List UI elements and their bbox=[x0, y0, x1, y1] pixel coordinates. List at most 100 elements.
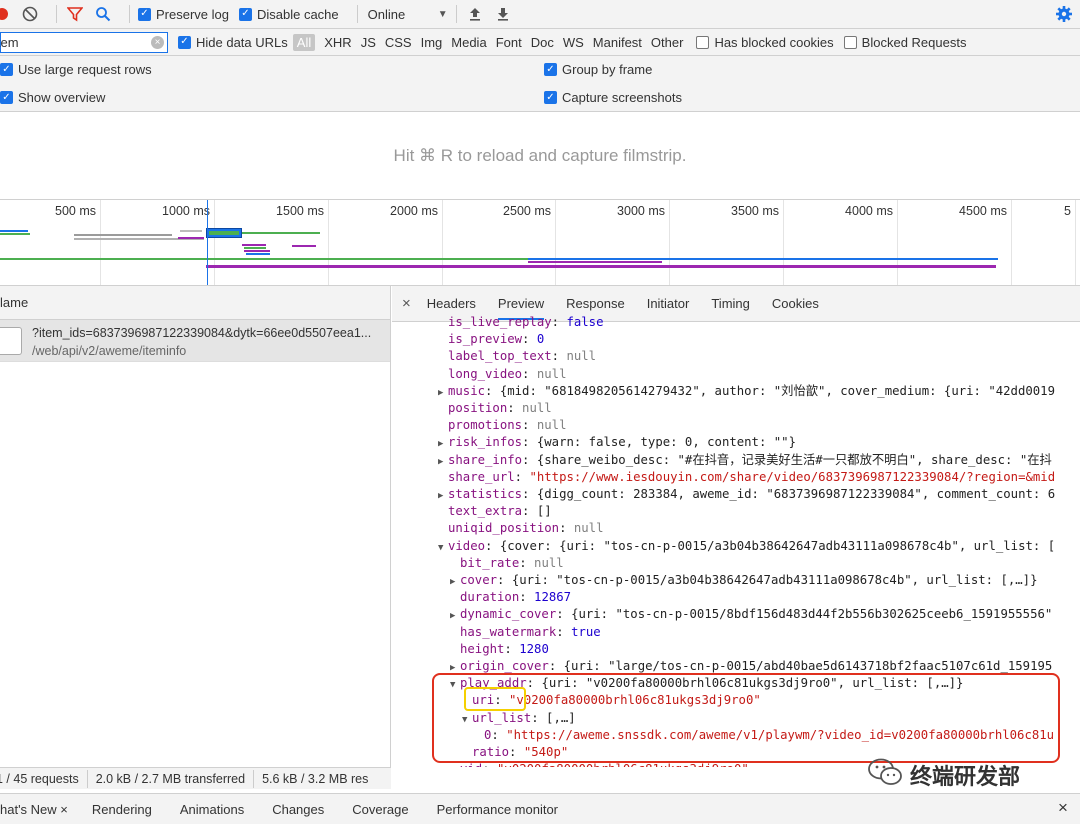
filter-type-manifest[interactable]: Manifest bbox=[593, 35, 642, 50]
json-value: 1280 bbox=[519, 641, 549, 656]
json-property: position: null bbox=[438, 400, 552, 417]
json-colon: : bbox=[514, 469, 530, 484]
close-detail-icon[interactable]: × bbox=[402, 295, 411, 312]
json-property[interactable]: ▶ dynamic_cover: {uri: "tos-cn-p-0015/8bd… bbox=[450, 606, 1052, 623]
json-property: has_watermark: true bbox=[450, 624, 601, 641]
filter-type-ws[interactable]: WS bbox=[563, 35, 584, 50]
show-overview-checkbox[interactable]: ✓ bbox=[0, 91, 13, 104]
timeline-tick-label: 4000 ms bbox=[845, 204, 893, 218]
json-property: share_url: "https://www.iesdouyin.com/sh… bbox=[438, 469, 1055, 486]
large-rows-checkbox[interactable]: ✓ bbox=[0, 63, 13, 76]
filter-type-xhr[interactable]: XHR bbox=[324, 35, 351, 50]
group-by-frame-checkbox[interactable]: ✓ bbox=[544, 63, 557, 76]
json-property[interactable]: ▼ video: {cover: {uri: "tos-cn-p-0015/a3b… bbox=[438, 538, 1055, 555]
tab-coverage[interactable]: Coverage bbox=[352, 802, 408, 817]
json-key: cover bbox=[460, 573, 498, 587]
network-overview[interactable]: 500 ms 1000 ms 1500 ms 2000 ms 2500 ms 3000 m… bbox=[0, 200, 1080, 286]
close-tab-icon[interactable]: × bbox=[60, 802, 68, 817]
timeline-cursor bbox=[207, 200, 208, 285]
blocked-requests-label: Blocked Requests bbox=[861, 34, 967, 50]
upload-icon[interactable] bbox=[465, 4, 485, 24]
json-key: dynamic_cover bbox=[460, 607, 557, 622]
filmstrip-message: Hit ⌘ R to reload and capture filmstrip. bbox=[393, 146, 687, 165]
tab-headers[interactable]: Headers bbox=[427, 296, 476, 311]
json-colon: : bbox=[485, 538, 500, 553]
json-property: promotions: null bbox=[438, 417, 566, 434]
tab-animations[interactable]: Animations bbox=[180, 802, 244, 817]
json-key: statistics bbox=[448, 487, 523, 501]
timeline-tick-label: 5 bbox=[1064, 204, 1071, 218]
filter-type-all[interactable]: All bbox=[292, 33, 316, 51]
blocked-requests-checkbox[interactable] bbox=[843, 35, 857, 49]
json-property[interactable]: ▶ cover: {uri: "tos-cn-p-0015/a3b04b38642… bbox=[450, 572, 1037, 589]
filter-type-media[interactable]: Media bbox=[451, 35, 486, 50]
json-colon: : bbox=[497, 573, 512, 587]
tab-timing[interactable]: Timing bbox=[711, 296, 750, 311]
disable-cache-checkbox[interactable]: ✓ bbox=[238, 7, 252, 21]
download-icon[interactable] bbox=[493, 4, 513, 24]
timeline-tick-label: 2500 ms bbox=[503, 204, 551, 218]
filter-type-doc[interactable]: Doc bbox=[531, 35, 554, 50]
tab-initiator[interactable]: Initiator bbox=[647, 296, 690, 311]
show-overview-label: Show overview bbox=[18, 90, 106, 105]
timeline-tick-label: 1000 ms bbox=[162, 204, 210, 218]
filter-type-other[interactable]: Other bbox=[651, 35, 684, 50]
tab-performance-monitor[interactable]: Performance monitor bbox=[437, 802, 558, 817]
json-colon: : bbox=[556, 607, 572, 622]
watermark-text: 终端研发部 bbox=[910, 764, 1021, 789]
tab-whats-new[interactable]: hat's New × bbox=[0, 802, 68, 817]
status-bar: 1 / 45 requests 2.0 kB / 2.7 MB transfer… bbox=[0, 767, 391, 789]
json-colon: : bbox=[559, 521, 574, 536]
filter-input[interactable]: item × bbox=[0, 31, 168, 53]
filter-bar: item × ✓ Hide data URLs All XHR JS CSS I… bbox=[0, 29, 1080, 56]
json-property[interactable]: ▶ share_info: {share_weibo_desc: "#在抖音，记录… bbox=[438, 452, 1052, 469]
clear-filter-icon[interactable]: × bbox=[151, 35, 164, 49]
request-list: lame ?item_ids=6837396987122339084&dytk=… bbox=[0, 286, 391, 767]
record-icon[interactable] bbox=[0, 4, 12, 24]
json-key: long_video bbox=[448, 366, 523, 381]
timeline-tick-label: 1500 ms bbox=[276, 204, 324, 218]
blocked-cookies-checkbox[interactable] bbox=[696, 35, 710, 49]
json-value: null bbox=[522, 401, 552, 415]
json-key: bit_rate bbox=[460, 555, 520, 570]
highlight-box-yellow bbox=[464, 687, 526, 711]
json-colon: : bbox=[551, 315, 567, 329]
tab-response[interactable]: Response bbox=[566, 296, 625, 311]
filter-type-css[interactable]: CSS bbox=[385, 35, 412, 50]
timeline-tick-label: 2000 ms bbox=[390, 204, 438, 218]
filter-icon[interactable] bbox=[65, 4, 85, 24]
request-row[interactable]: ?item_ids=6837396987122339084&dytk=66ee0… bbox=[0, 320, 390, 362]
capture-screenshots-checkbox[interactable]: ✓ bbox=[544, 91, 557, 104]
filter-type-js[interactable]: JS bbox=[361, 35, 376, 50]
throttle-value: Online bbox=[367, 6, 406, 22]
expanded-arrow-icon[interactable]: ▼ bbox=[438, 540, 448, 557]
json-property: is_preview: 0 bbox=[438, 331, 544, 348]
json-property[interactable]: ▶ music: {mid: "6818498205614279432", aut… bbox=[438, 383, 1055, 400]
settings-gear-icon[interactable] bbox=[1055, 5, 1073, 26]
preserve-log-checkbox[interactable]: ✓ bbox=[138, 7, 151, 21]
close-drawer-icon[interactable]: × bbox=[1058, 798, 1068, 818]
divider bbox=[86, 769, 88, 788]
tab-cookies[interactable]: Cookies bbox=[772, 296, 819, 311]
json-key: height bbox=[460, 641, 505, 656]
json-value: {uri: "large/tos-cn-p-0015/abd40bae5d614… bbox=[563, 659, 1053, 673]
json-colon: : bbox=[548, 659, 564, 673]
json-property[interactable]: ▶ statistics: {digg_count: 283384, aweme_… bbox=[438, 486, 1055, 503]
json-property[interactable]: ▶ risk_infos: {warn: false, type: 0, cont… bbox=[438, 434, 796, 451]
filter-type-img[interactable]: Img bbox=[421, 35, 443, 50]
disable-cache-label: Disable cache bbox=[256, 6, 339, 22]
clear-icon[interactable] bbox=[20, 4, 40, 24]
search-icon[interactable] bbox=[93, 4, 113, 24]
json-key: risk_infos bbox=[448, 435, 523, 450]
json-value: 12867 bbox=[534, 590, 572, 605]
throttle-select[interactable]: Online ▼ bbox=[368, 7, 448, 22]
tab-rendering[interactable]: Rendering bbox=[92, 802, 152, 817]
hide-data-urls-checkbox[interactable]: ✓ bbox=[178, 35, 191, 49]
tab-changes[interactable]: Changes bbox=[272, 802, 324, 817]
name-column-header[interactable]: lame bbox=[0, 286, 390, 320]
json-value: {mid: "6818498205614279432", author: "刘怡… bbox=[499, 383, 1055, 398]
filter-type-font[interactable]: Font bbox=[496, 35, 522, 50]
timeline-gridline bbox=[214, 200, 215, 285]
json-value: null bbox=[573, 521, 604, 536]
json-colon: : bbox=[522, 504, 537, 519]
